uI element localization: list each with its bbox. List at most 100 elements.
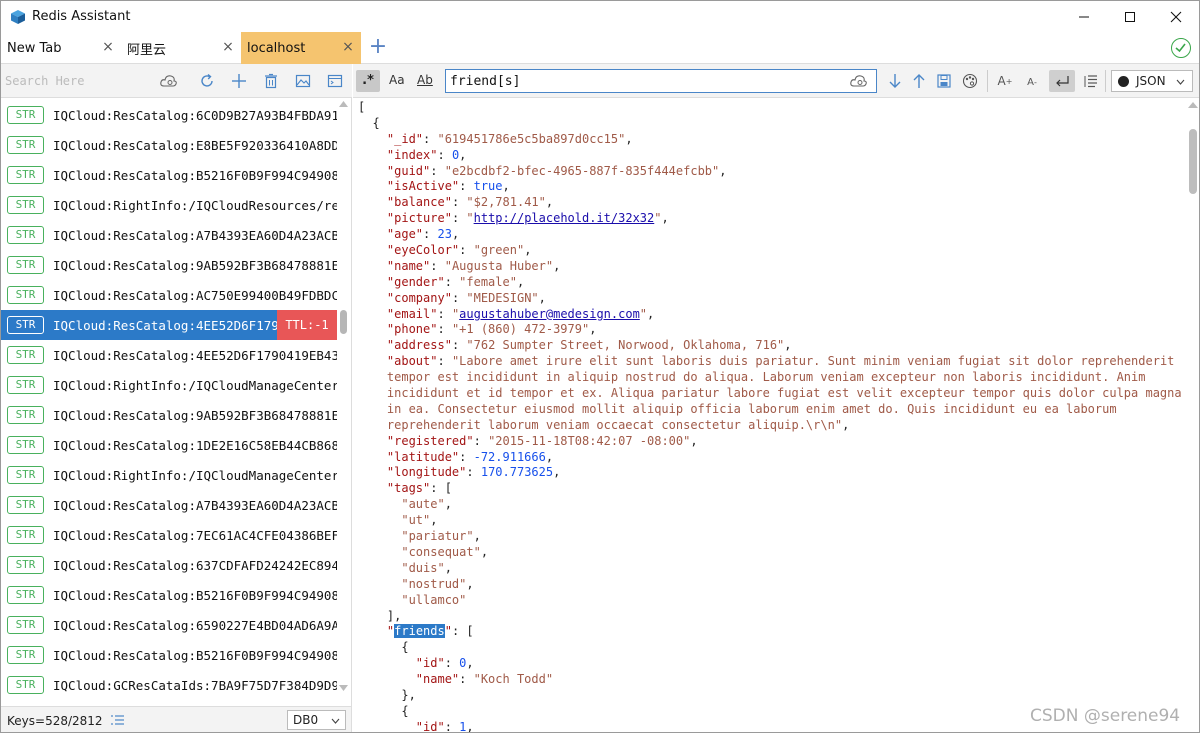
key-row[interactable]: STR IQCloud:RightInfo:/IQCloudManageCente… <box>1 460 337 490</box>
key-name: IQCloud:ResCatalog:E8BE5F920336410A8DD1 <box>53 137 337 153</box>
regex-toggle-button[interactable]: .* <box>356 70 380 92</box>
key-row[interactable]: STR IQCloud:ResCatalog:1DE2E16C58EB44CB86… <box>1 430 337 460</box>
watermark: CSDN @serene94 <box>1030 706 1181 726</box>
key-row[interactable]: STR IQCloud:ResCatalog:E8BE5F920336410A8D… <box>1 130 337 160</box>
tab-localhost[interactable]: localhost × <box>241 32 361 64</box>
json-value-editor[interactable]: [ { "_id": "619451786e5c5ba897d0cc15", "… <box>353 99 1185 732</box>
key-browser-panel: STR IQCloud:ResCatalog:6C0D9B27A93B4FBDA9… <box>1 64 352 732</box>
close-tab-icon[interactable]: × <box>221 40 235 54</box>
key-row[interactable]: STR IQCloud:RightInfo:/IQCloudResources/r… <box>1 190 337 220</box>
code-token: "Koch Todd" <box>473 672 554 687</box>
code-token: : <box>459 672 474 687</box>
palette-icon[interactable] <box>959 70 981 92</box>
code-token: "green" <box>473 243 525 258</box>
image-icon[interactable] <box>292 70 314 92</box>
code-line: incididunt et id tempor et ex. Aliqua pa… <box>358 386 1185 402</box>
key-name: IQCloud:RightInfo:/IQCloudResources/res <box>53 197 337 213</box>
key-row[interactable]: STR IQCloud:ResCatalog:B5216F0B9F994C9490… <box>1 160 337 190</box>
key-name: IQCloud:RightInfo:/IQCloudManageCenter/ <box>53 377 337 393</box>
code-token: : <box>423 227 438 242</box>
code-line: "longitude": 170.773625, <box>358 465 1185 481</box>
code-token: , <box>459 147 467 162</box>
key-row[interactable]: STR IQCloud:ResCatalog:7EC61AC4CFE04386BE… <box>1 520 337 550</box>
key-row[interactable]: STR IQCloud:ResCatalog:4EE52D6F1790 TTL:-1 <box>1 310 337 340</box>
code-line: }, <box>358 688 1185 704</box>
editor-scrollbar[interactable] <box>1187 99 1199 732</box>
decrease-font-icon[interactable]: A- <box>1021 71 1043 93</box>
key-row[interactable]: STR IQCloud:ResCatalog:A7B4393EA60D4A23AC… <box>1 220 337 250</box>
match-case-button[interactable]: Aa <box>389 73 405 87</box>
key-row[interactable]: STR IQCloud:ResCatalog:6590227E4BD04AD6A9… <box>1 610 337 640</box>
key-row[interactable]: STR IQCloud:ResCatalog:6C0D9B27A93B4FBDA9… <box>1 100 337 130</box>
key-row[interactable]: STR IQCloud:ResCatalog:AC750E99400B49FDBD… <box>1 280 337 310</box>
code-token[interactable]: http://placehold.it/32x32 <box>474 211 655 225</box>
database-select[interactable]: DB0 <box>287 710 346 730</box>
code-token: "Augusta Huber" <box>444 258 554 273</box>
key-type-badge: STR <box>7 586 44 604</box>
key-row[interactable]: STR IQCloud:ResCatalog:4EE52D6F1790419EB4… <box>1 340 337 370</box>
find-input[interactable] <box>450 72 830 90</box>
key-row[interactable]: STR IQCloud:ResCatalog:9AB592BF3B68478881… <box>1 400 337 430</box>
whole-word-button[interactable]: Ab <box>417 73 433 87</box>
code-line: "company": "MEDESIGN", <box>358 291 1185 307</box>
key-name: IQCloud:ResCatalog:637CDFAFD24242EC894A <box>53 557 337 573</box>
cloud-search-icon[interactable] <box>158 70 180 92</box>
key-row[interactable]: STR IQCloud:ResCatalog:A7B4393EA60D4A23AC… <box>1 490 337 520</box>
code-line: "about": "Labore amet irure elit sunt la… <box>358 354 1185 370</box>
key-row[interactable]: STR IQCloud:ResCatalog:B5216F0B9F994C9490… <box>1 580 337 610</box>
format-select[interactable]: JSON <box>1111 70 1193 92</box>
key-row[interactable]: STR IQCloud:ResCatalog:B5216F0B9F994C9490… <box>1 640 337 670</box>
find-next-icon[interactable] <box>884 70 906 92</box>
key-name: IQCloud:GCResCataIds:7BA9F75D7F384D9D9A <box>53 677 337 693</box>
key-list-scrollbar[interactable] <box>338 100 349 704</box>
key-list-scroll-thumb[interactable] <box>340 310 347 334</box>
key-row[interactable]: STR IQCloud:ResCatalog:637CDFAFD24242EC89… <box>1 550 337 580</box>
key-name: IQCloud:ResCatalog:A7B4393EA60D4A23ACB7 <box>53 227 337 243</box>
code-token: "name" <box>386 258 431 273</box>
add-tab-button[interactable]: + <box>367 36 389 59</box>
word-wrap-toggle-icon[interactable] <box>1049 70 1075 92</box>
delete-icon[interactable] <box>260 70 282 92</box>
find-field[interactable] <box>445 69 877 93</box>
code-line: "tags": [ <box>358 481 1185 497</box>
outline-icon[interactable] <box>1080 70 1102 92</box>
tab-new-tab[interactable]: New Tab × <box>1 32 121 64</box>
find-previous-icon[interactable] <box>908 70 930 92</box>
increase-font-icon[interactable]: A + <box>994 70 1016 92</box>
minimize-button[interactable] <box>1061 1 1107 32</box>
tab-aliyun[interactable]: 阿里云 × <box>121 32 241 64</box>
key-type-badge: STR <box>7 466 44 484</box>
save-icon[interactable] <box>933 70 955 92</box>
console-icon[interactable] <box>324 70 346 92</box>
key-row[interactable]: STR IQCloud:RightInfo:/IQCloudManageCente… <box>1 370 337 400</box>
code-token: "aute" <box>401 497 445 512</box>
close-tab-icon[interactable]: × <box>101 40 115 54</box>
key-search-input[interactable] <box>5 71 153 91</box>
code-token: , <box>466 576 474 591</box>
close-window-button[interactable] <box>1153 1 1199 32</box>
maximize-button[interactable] <box>1107 1 1153 32</box>
key-row[interactable]: STR IQCloud:GCResCataIds:7BA9F75D7F384D9D… <box>1 670 337 700</box>
add-key-icon[interactable] <box>228 70 250 92</box>
editor-scroll-thumb[interactable] <box>1189 129 1197 194</box>
key-name: IQCloud:ResCatalog:1DE2E16C58EB44CB8684 <box>53 437 337 453</box>
key-list[interactable]: STR IQCloud:ResCatalog:6C0D9B27A93B4FBDA9… <box>1 100 337 706</box>
close-tab-icon[interactable]: × <box>341 40 355 54</box>
code-token: , <box>516 274 525 289</box>
code-token[interactable]: augustahuber@medesign.com <box>459 307 640 321</box>
key-type-badge: STR <box>7 136 44 154</box>
refresh-icon[interactable] <box>196 70 218 92</box>
cloud-search-icon[interactable] <box>850 74 868 92</box>
key-row[interactable]: STR IQCloud:ResCatalog:9AB592BF3B68478881… <box>1 250 337 280</box>
code-token: "ut" <box>401 513 431 528</box>
code-token: " <box>444 624 452 639</box>
code-token: , <box>545 195 554 210</box>
value-viewer-panel: .* Aa Ab A+ A- <box>353 64 1199 732</box>
list-view-icon[interactable] <box>111 714 125 730</box>
code-line: "guid": "e2bcdbf2-bfec-4965-887f-835f444… <box>358 164 1185 180</box>
